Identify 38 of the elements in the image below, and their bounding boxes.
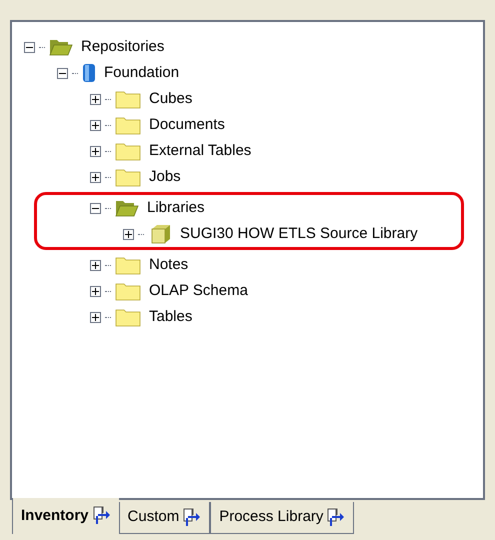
collapse-toggle[interactable] (57, 68, 68, 78)
expand-toggle[interactable] (90, 94, 101, 104)
folder-icon (115, 167, 141, 187)
folder-icon (115, 307, 141, 327)
folder-icon (115, 115, 141, 135)
export-icon (183, 508, 202, 528)
tree-item[interactable]: Foundation (104, 62, 180, 84)
tab[interactable]: Inventory (12, 498, 119, 534)
tree-item[interactable]: Tables (149, 306, 192, 328)
tree-item[interactable]: Notes (149, 254, 188, 276)
expand-toggle[interactable] (90, 146, 101, 156)
expand-toggle[interactable] (90, 312, 101, 322)
expand-toggle[interactable] (90, 172, 101, 182)
open-folder-icon (49, 37, 73, 57)
folder-icon (115, 89, 141, 109)
expand-toggle[interactable] (123, 228, 134, 240)
collapse-toggle[interactable] (24, 42, 35, 52)
tree-item[interactable]: External Tables (149, 140, 252, 162)
folder-icon (115, 141, 141, 161)
open-folder-icon (115, 198, 139, 218)
expand-toggle[interactable] (90, 120, 101, 130)
tree-item[interactable]: SUGI30 HOW ETLS Source Library (180, 222, 418, 246)
folder-icon (115, 281, 141, 301)
tab[interactable]: Process Library (210, 502, 354, 534)
collapse-toggle[interactable] (90, 202, 101, 214)
tree-item[interactable]: OLAP Schema (149, 280, 248, 302)
export-icon (327, 508, 346, 528)
tree-item[interactable]: Repositories (81, 36, 164, 58)
folder-icon (115, 255, 141, 275)
tab[interactable]: Custom (118, 502, 210, 534)
expand-toggle[interactable] (90, 286, 101, 296)
tree-item[interactable]: Libraries (147, 196, 205, 220)
tree-item[interactable]: Jobs (149, 166, 181, 188)
export-icon (92, 506, 111, 526)
expand-toggle[interactable] (90, 260, 101, 270)
tree-item[interactable]: Documents (149, 114, 225, 136)
database-icon (82, 62, 96, 84)
tree-item[interactable]: Cubes (149, 88, 192, 110)
